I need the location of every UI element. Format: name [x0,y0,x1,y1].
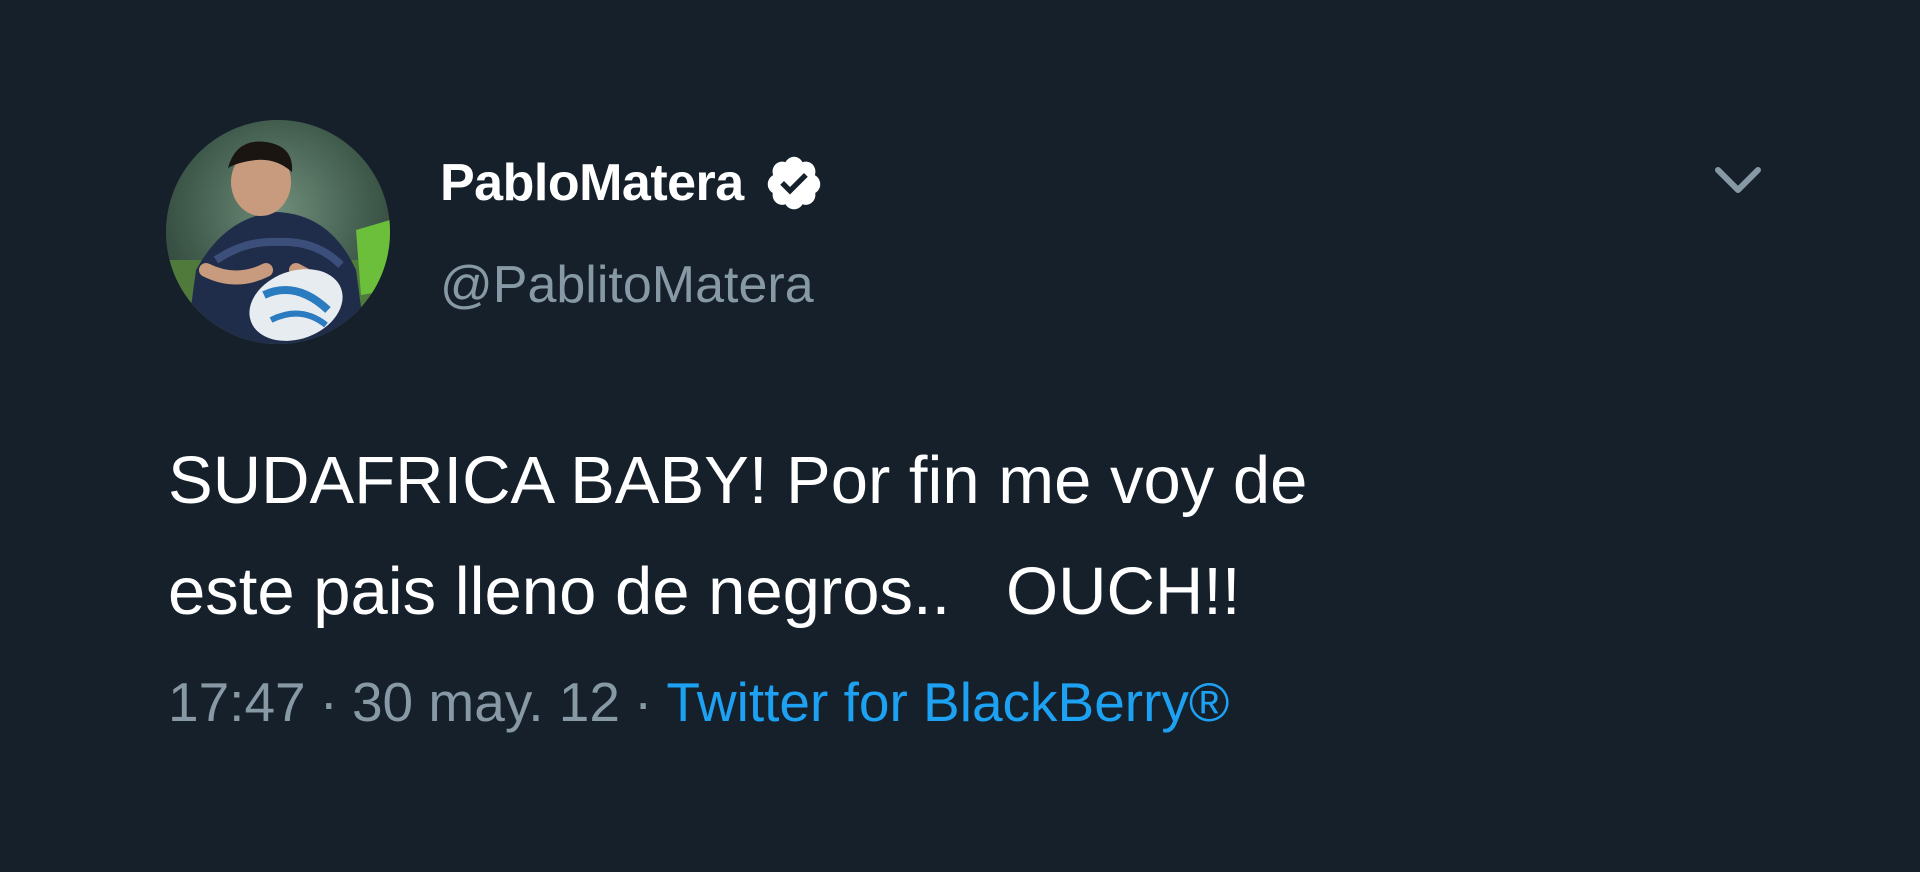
tweet-date[interactable]: 30 may. 12 [352,671,620,733]
display-name-row: PabloMatera [440,148,824,218]
tweet-meta: 17:47 · 30 may. 12 · Twitter for BlackBerry® [168,670,1229,734]
meta-separator: · [634,671,653,733]
tweet-card: PabloMatera @PablitoMatera SUDAFRICA BAB… [0,0,1920,872]
tweet-time[interactable]: 17:47 [168,671,306,733]
tweet-source-link[interactable]: Twitter for BlackBerry® [666,671,1229,733]
avatar[interactable] [166,120,390,344]
verified-badge-icon [767,156,820,210]
tweet-text: SUDAFRICA BABY! Por fin me voy de este p… [168,425,1788,647]
tweet-text-line: este pais lleno de negros.. OUCH!! [168,554,1241,629]
user-handle[interactable]: @PablitoMatera [440,255,814,315]
tweet-text-line: SUDAFRICA BABY! Por fin me voy de [168,443,1308,518]
chevron-down-icon [1715,167,1761,193]
meta-separator: · [319,671,338,733]
display-name[interactable]: PabloMatera [440,153,744,213]
tweet-menu-button[interactable] [1710,160,1766,200]
avatar-photo [166,120,390,344]
